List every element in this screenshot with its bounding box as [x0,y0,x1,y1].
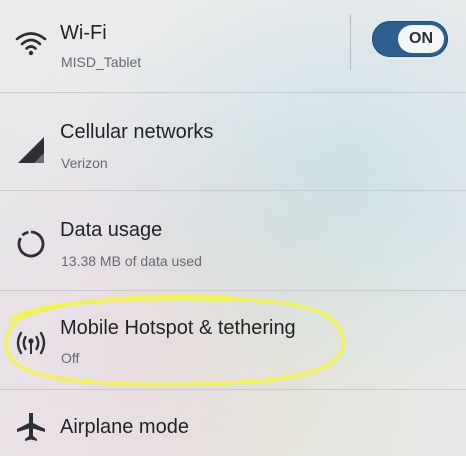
settings-item-cellular[interactable]: Cellular networks Verizon [0,93,466,191]
hotspot-title: Mobile Hotspot & tethering [60,317,296,339]
airplane-title: Airplane mode [60,416,189,438]
wifi-title: Wi-Fi [60,22,107,44]
wifi-network-name: MISD_Tablet [61,54,142,70]
settings-screen: Wi-Fi MISD_Tablet ON Cellular networks V… [0,0,466,456]
settings-item-data-usage[interactable]: Data usage 13.38 MB of data used [0,191,466,291]
cellular-carrier: Verizon [61,155,108,171]
data-usage-icon [14,227,48,261]
settings-item-airplane[interactable]: Airplane mode [0,390,466,456]
wifi-toggle-label: ON [398,25,444,53]
cellular-title: Cellular networks [60,121,214,143]
data-usage-amount: 13.38 MB of data used [61,253,202,269]
signal-icon [14,133,48,167]
hotspot-icon [14,326,48,360]
wifi-toggle[interactable]: ON [372,21,448,57]
vertical-divider [350,14,351,70]
airplane-icon [14,410,48,444]
wifi-icon [14,26,48,60]
data-usage-title: Data usage [60,219,163,241]
hotspot-status: Off [61,350,80,366]
settings-item-wifi[interactable]: Wi-Fi MISD_Tablet ON [0,0,466,93]
settings-item-hotspot[interactable]: Mobile Hotspot & tethering Off [0,291,466,390]
